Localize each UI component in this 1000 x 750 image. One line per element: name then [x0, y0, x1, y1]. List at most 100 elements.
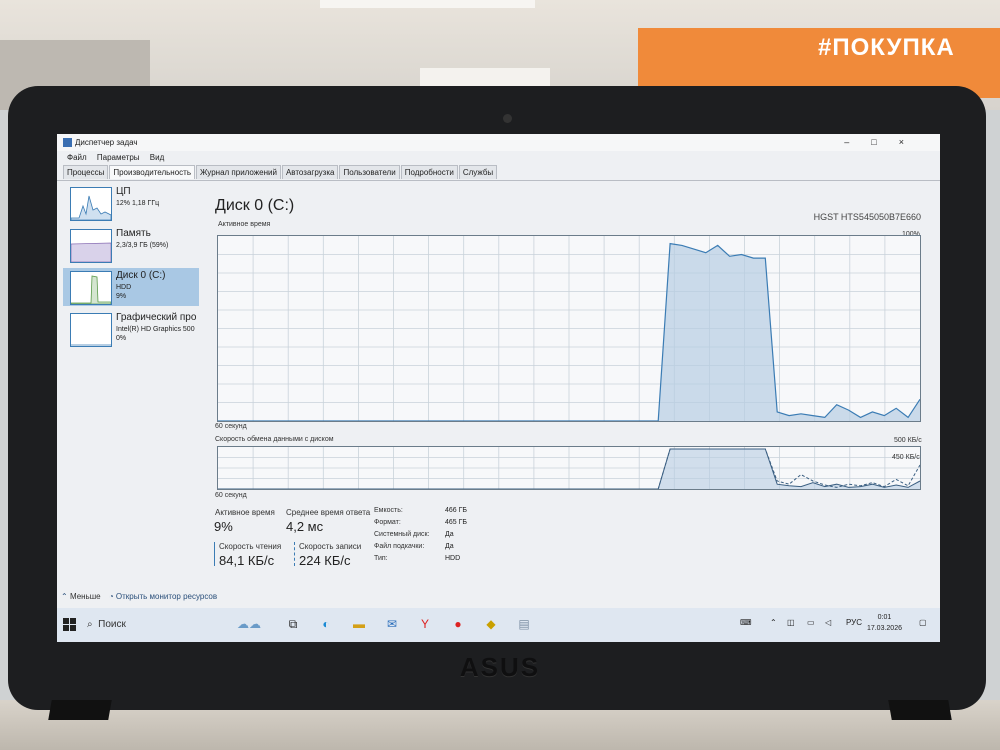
sidebar-item-gpu[interactable]: Графический про Intel(R) HD Graphics 500…	[63, 310, 199, 348]
tab-performance[interactable]: Производительность	[109, 165, 195, 179]
window-title: Диспетчер задач	[75, 138, 138, 147]
tab-users[interactable]: Пользователи	[339, 165, 400, 179]
window-controls: –□×	[844, 134, 926, 151]
yandex-icon[interactable]: ●	[450, 617, 466, 631]
read-speed-value: 84,1 КБ/с	[219, 553, 275, 568]
write-speed-value: 224 КБ/с	[299, 553, 351, 568]
transfer-max: 500 КБ/с	[894, 437, 922, 444]
resource-monitor-link[interactable]: Открыть монитор ресурсов	[116, 592, 217, 601]
transfer-chart	[217, 446, 921, 490]
active-time-svg	[218, 236, 920, 421]
weather-widget-icon[interactable]: ☁☁	[219, 617, 279, 631]
format-key: Формат:	[374, 519, 401, 526]
capacity-key: Емкость:	[374, 507, 403, 514]
sidebar-memory-usage: 2,3/3,9 ГБ (59%)	[116, 242, 169, 249]
page-file-value: Да	[445, 543, 454, 550]
bottom-links: ⌃ Меньше ◔ Открыть монитор ресурсов	[61, 592, 217, 601]
sidebar-disk-type: HDD 9%	[116, 284, 132, 300]
battery-icon[interactable]: ▭	[807, 618, 815, 627]
disk-model: HGST HTS545050B7E660	[813, 212, 921, 222]
sidebar-gpu-info: Intel(R) HD Graphics 500 0%	[116, 326, 195, 342]
system-disk-value: Да	[445, 531, 454, 538]
page-title: Диск 0 (C:)	[215, 197, 295, 214]
cpu-thumbnail	[70, 187, 112, 221]
type-key: Тип:	[374, 555, 388, 562]
app-icon[interactable]: ◆	[483, 617, 499, 631]
active-time-label: Активное время	[218, 221, 271, 228]
active-time-stat-value: 9%	[214, 519, 233, 534]
read-speed-label: Скорость чтения	[219, 542, 282, 551]
sidebar-item-cpu[interactable]: ЦП 12% 1,18 ГГц	[63, 184, 199, 222]
taskbar: ⌕ Поиск ☁☁ ⧉ ◐ ▬ ✉ Y ● ◆ ▤ ⌨ ⌃ ◫ ▭ ◁ РУС…	[57, 608, 940, 642]
type-value: HDD	[445, 555, 461, 562]
tab-strip: Процессы Производительность Журнал прило…	[63, 165, 498, 179]
active-time-duration: 60 секунд	[215, 423, 247, 430]
tab-services[interactable]: Службы	[458, 165, 498, 179]
language-indicator[interactable]: РУС	[846, 618, 862, 627]
clock-time: 0:01	[877, 614, 892, 621]
capacity-value: 466 ГБ	[445, 507, 468, 514]
active-time-stat-label: Активное время	[215, 508, 275, 517]
screen: Диспетчер задач –□× Файл Параметры Вид П…	[57, 134, 940, 642]
tab-app-history[interactable]: Журнал приложений	[196, 165, 281, 179]
volume-icon[interactable]: ◁	[825, 618, 831, 627]
ceiling-light	[320, 0, 535, 8]
tab-startup[interactable]: Автозагрузка	[281, 165, 339, 179]
tab-details[interactable]: Подробности	[400, 165, 458, 179]
page-file-key: Файл подкачки:	[374, 543, 425, 550]
mail-icon[interactable]: ✉	[384, 617, 400, 631]
chevron-up-icon[interactable]: ⌃	[61, 592, 68, 601]
memory-thumbnail	[70, 229, 112, 263]
write-speed-marker	[294, 542, 296, 566]
resource-monitor-icon: ◔	[108, 592, 114, 601]
sidebar-disk-name: Диск 0 (C:)	[116, 270, 166, 281]
sidebar-gpu-name: Графический про	[116, 312, 197, 323]
keyboard-icon[interactable]: ⌨	[740, 618, 752, 627]
avg-response-label: Среднее время ответа	[286, 508, 371, 517]
windows-start-icon[interactable]	[63, 618, 76, 631]
task-manager-taskbar-icon[interactable]: ▤	[516, 617, 532, 631]
fewer-details-link[interactable]: Меньше	[70, 592, 101, 601]
task-manager-icon	[63, 138, 72, 147]
tab-processes[interactable]: Процессы	[63, 165, 109, 179]
menu-options[interactable]: Параметры	[97, 153, 140, 162]
file-explorer-icon[interactable]: ▬	[351, 617, 367, 631]
edge-icon[interactable]: ◐	[318, 617, 334, 631]
disk-thumbnail	[70, 271, 112, 305]
transfer-duration: 60 секунд	[215, 492, 247, 499]
store-sign-text: #ПОКУПКА	[818, 34, 955, 61]
sidebar-cpu-name: ЦП	[116, 186, 131, 197]
menu-bar: Файл Параметры Вид	[67, 151, 172, 164]
webcam	[503, 114, 512, 123]
system-disk-key: Системный диск:	[374, 531, 430, 538]
sidebar-memory-name: Память	[116, 228, 151, 239]
write-speed-label: Скорость записи	[299, 542, 362, 551]
task-view-icon[interactable]: ⧉	[285, 617, 301, 631]
clock[interactable]: 0:01 17.03.2026	[867, 612, 902, 634]
hinge-right	[888, 700, 952, 720]
maximize-button[interactable]: □	[871, 137, 898, 147]
menu-file[interactable]: Файл	[67, 153, 87, 162]
transfer-svg	[218, 447, 920, 489]
search-icon: ⌕	[87, 619, 93, 630]
sidebar-item-disk0[interactable]: Диск 0 (C:) HDD 9%	[63, 268, 199, 306]
tray-chevron-icon[interactable]: ⌃	[770, 618, 777, 627]
notification-icon[interactable]: ▢	[919, 618, 927, 627]
format-value: 465 ГБ	[445, 519, 468, 526]
yandex-browser-icon[interactable]: Y	[417, 617, 433, 631]
hinge-left	[48, 700, 112, 720]
close-button[interactable]: ×	[899, 137, 926, 147]
resource-sidebar: ЦП 12% 1,18 ГГц Память 2,3/3,9 ГБ (59%) …	[63, 184, 199, 352]
minimize-button[interactable]: –	[844, 137, 871, 147]
menu-view[interactable]: Вид	[150, 153, 164, 162]
clock-date: 17.03.2026	[866, 625, 902, 632]
active-time-chart	[217, 235, 921, 422]
transfer-label: Скорость обмена данными с диском	[215, 436, 334, 443]
read-speed-marker	[214, 542, 215, 566]
title-bar: Диспетчер задач –□×	[57, 134, 940, 151]
gpu-thumbnail	[70, 313, 112, 347]
avg-response-value: 4,2 мс	[286, 519, 324, 534]
sidebar-item-memory[interactable]: Память 2,3/3,9 ГБ (59%)	[63, 226, 199, 264]
network-icon[interactable]: ◫	[787, 618, 795, 627]
laptop-brand-logo: ASUS	[459, 652, 541, 682]
